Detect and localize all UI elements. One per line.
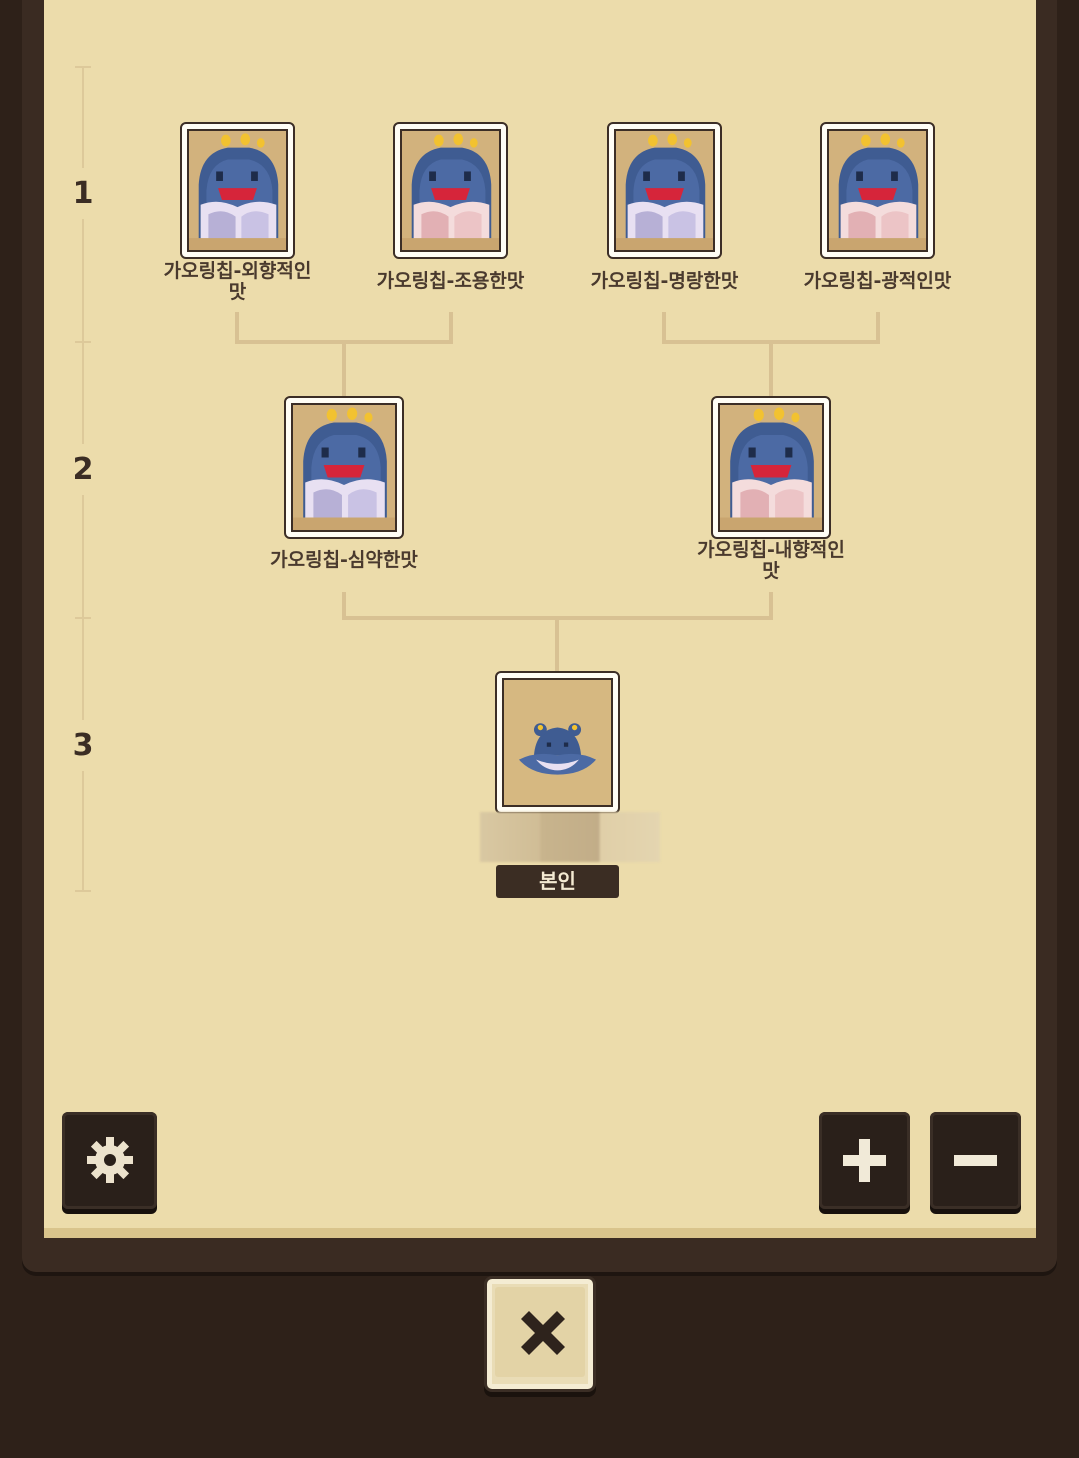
ancestor-name: 가오링칩-조용한맛	[376, 270, 525, 292]
ancestor-card[interactable]	[393, 122, 508, 259]
gear-icon	[87, 1137, 133, 1183]
ruler-tick	[75, 617, 91, 619]
creature-portrait	[291, 403, 397, 532]
ancestor-name: 가오링칩-광적인맛	[803, 270, 952, 292]
parent-card[interactable]	[711, 396, 831, 539]
minus-icon	[954, 1155, 997, 1166]
self-portrait	[502, 678, 613, 807]
zoom-out-button[interactable]	[930, 1112, 1021, 1209]
ruler-tick	[75, 890, 91, 892]
ancestor-card[interactable]	[820, 122, 935, 259]
creature-portrait	[400, 129, 501, 252]
connector-line	[342, 340, 346, 398]
connector-line	[769, 340, 773, 398]
blurred-name	[480, 812, 660, 862]
zoom-in-button[interactable]	[819, 1112, 910, 1209]
creature-portrait	[614, 129, 715, 252]
self-card[interactable]	[495, 671, 620, 814]
generation-number-1: 1	[70, 168, 96, 219]
creature-portrait	[187, 129, 288, 252]
generation-number-3: 3	[70, 720, 96, 771]
ancestor-name: 가오링칩-외향적인 맛	[163, 260, 312, 303]
generation-number-2: 2	[70, 444, 96, 495]
ruler-tick	[75, 341, 91, 343]
close-button[interactable]	[484, 1276, 596, 1392]
parent-card[interactable]	[284, 396, 404, 539]
creature-portrait	[827, 129, 928, 252]
close-icon	[521, 1311, 565, 1355]
creature-portrait	[718, 403, 824, 532]
ancestor-name: 가오링칩-명랑한맛	[590, 270, 739, 292]
settings-button[interactable]	[62, 1112, 157, 1209]
parent-name: 가오링칩-내향적인 맛	[697, 539, 845, 582]
ancestor-card[interactable]	[607, 122, 722, 259]
ruler-tick	[75, 66, 91, 68]
plus-icon	[843, 1139, 886, 1182]
parent-name: 가오링칩-심약한맛	[270, 549, 418, 571]
self-badge: 본인	[496, 865, 619, 898]
connector-line	[555, 616, 559, 672]
ancestor-card[interactable]	[180, 122, 295, 259]
